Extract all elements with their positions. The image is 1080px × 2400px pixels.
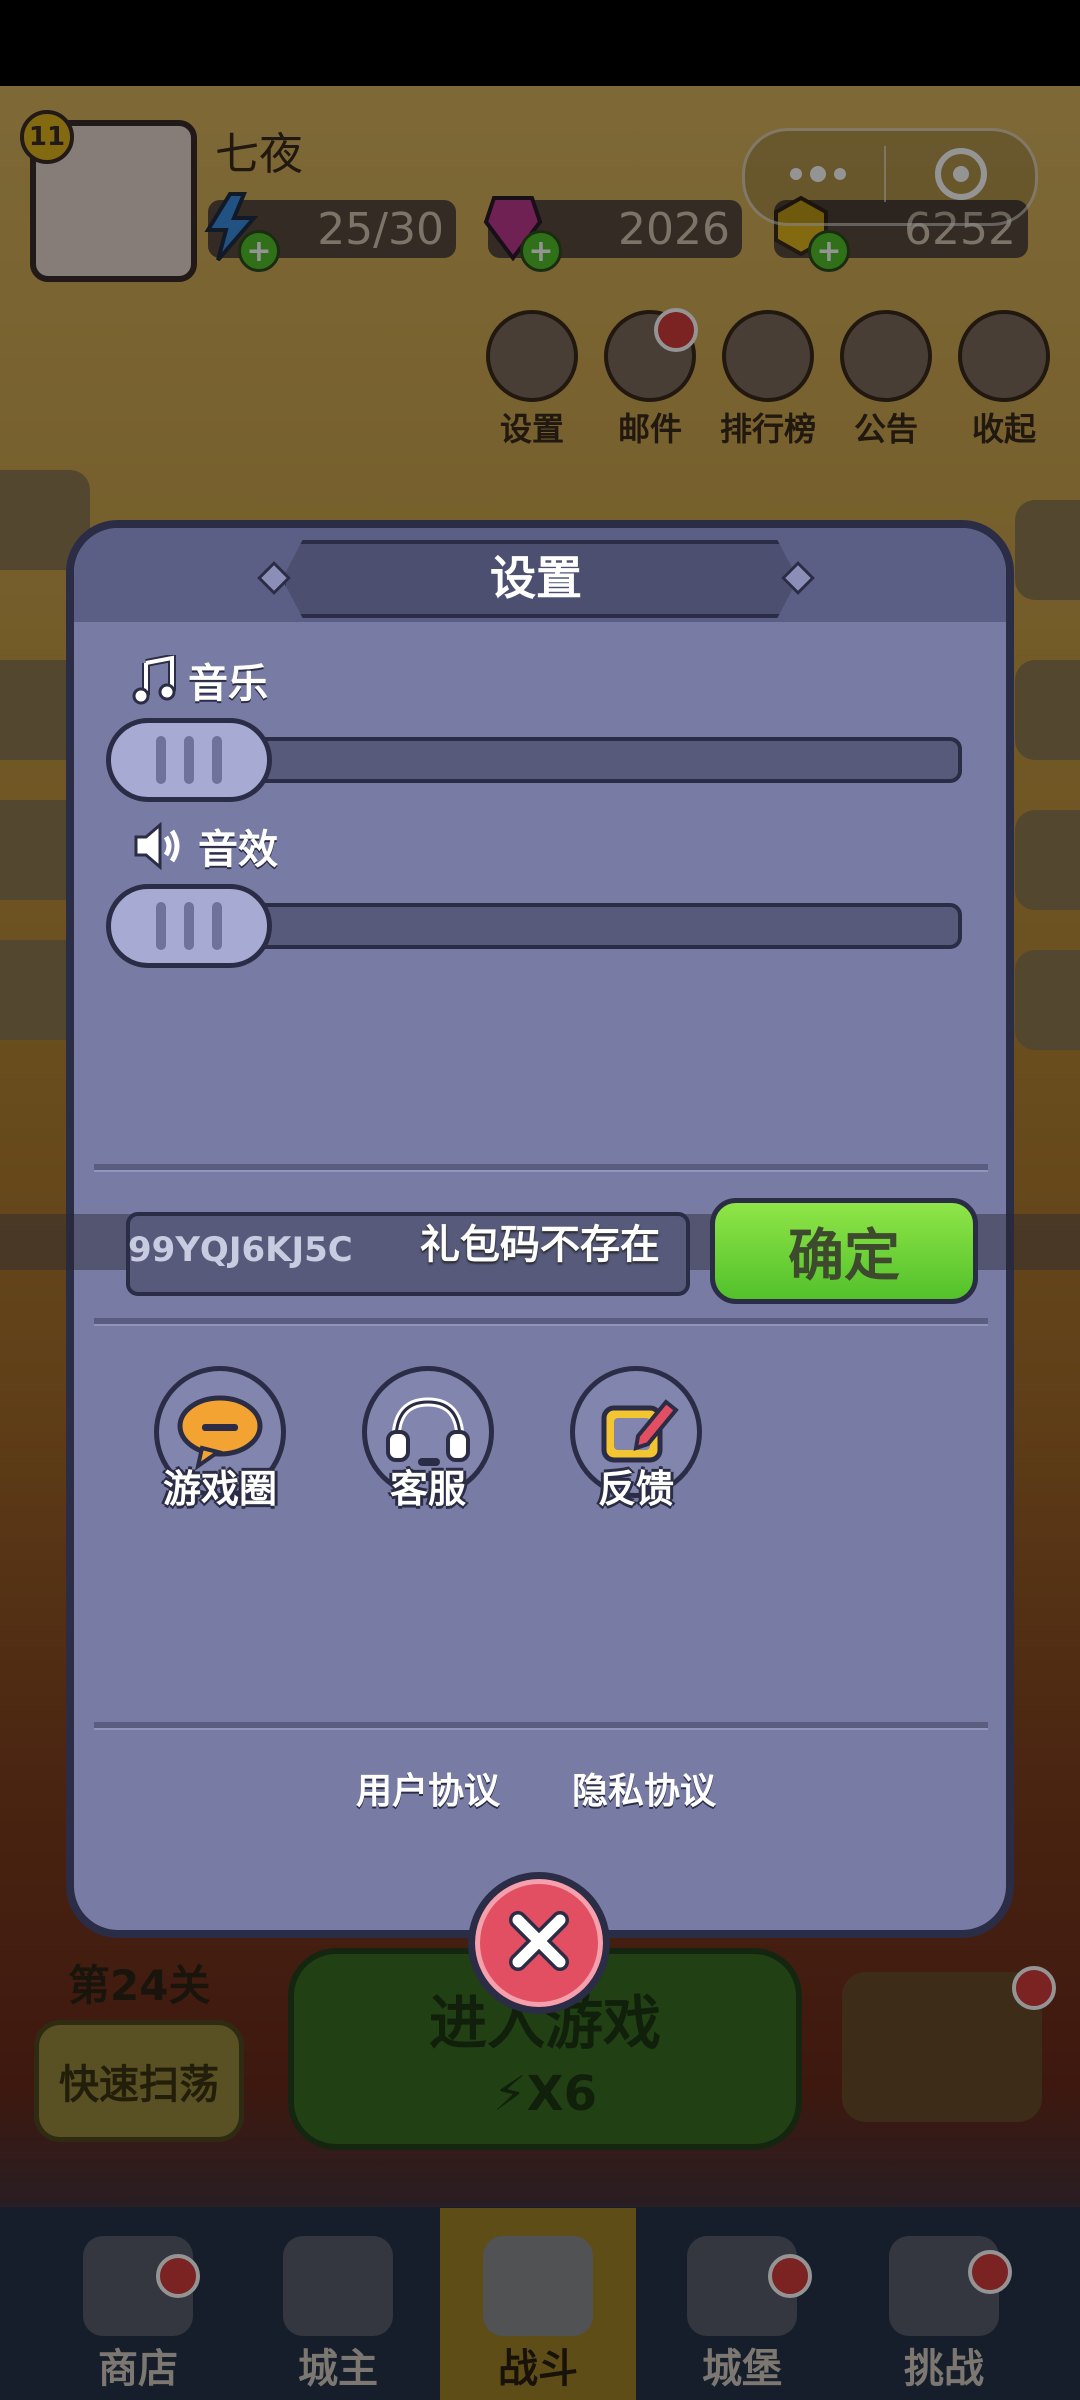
settings-title: 设置: [490, 551, 582, 605]
customer-service-button[interactable]: 客服: [358, 1366, 498, 1513]
close-icon: [504, 1906, 574, 1980]
user-agreement-link[interactable]: 用户协议: [356, 1762, 500, 1814]
game-circle-button[interactable]: 游戏圈: [150, 1366, 290, 1513]
feedback-button[interactable]: 反馈: [566, 1366, 706, 1513]
sfx-label: 音效: [198, 827, 278, 873]
close-dialog-button[interactable]: [468, 1872, 610, 2014]
gift-code-value: 99YQJ6KJ5C: [128, 1230, 353, 1270]
confirm-button[interactable]: 确定: [710, 1198, 978, 1304]
music-slider-handle[interactable]: [106, 718, 272, 802]
feedback-label: 反馈: [597, 1467, 674, 1511]
toast-message: 礼包码不存在: [420, 1222, 660, 1268]
divider: [94, 1722, 988, 1730]
speaker-icon: [132, 821, 188, 871]
sfx-label-row: 音效: [132, 816, 278, 876]
sfx-slider-handle[interactable]: [106, 884, 272, 968]
music-note-icon: [132, 655, 178, 705]
music-label-row: 音乐: [132, 650, 268, 710]
divider: [94, 1318, 988, 1326]
game-circle-label: 游戏圈: [162, 1467, 277, 1511]
privacy-policy-link[interactable]: 隐私协议: [572, 1762, 716, 1814]
status-bar: [0, 0, 1080, 86]
customer-service-label: 客服: [389, 1467, 466, 1511]
divider: [94, 1164, 988, 1172]
music-label: 音乐: [188, 661, 268, 707]
